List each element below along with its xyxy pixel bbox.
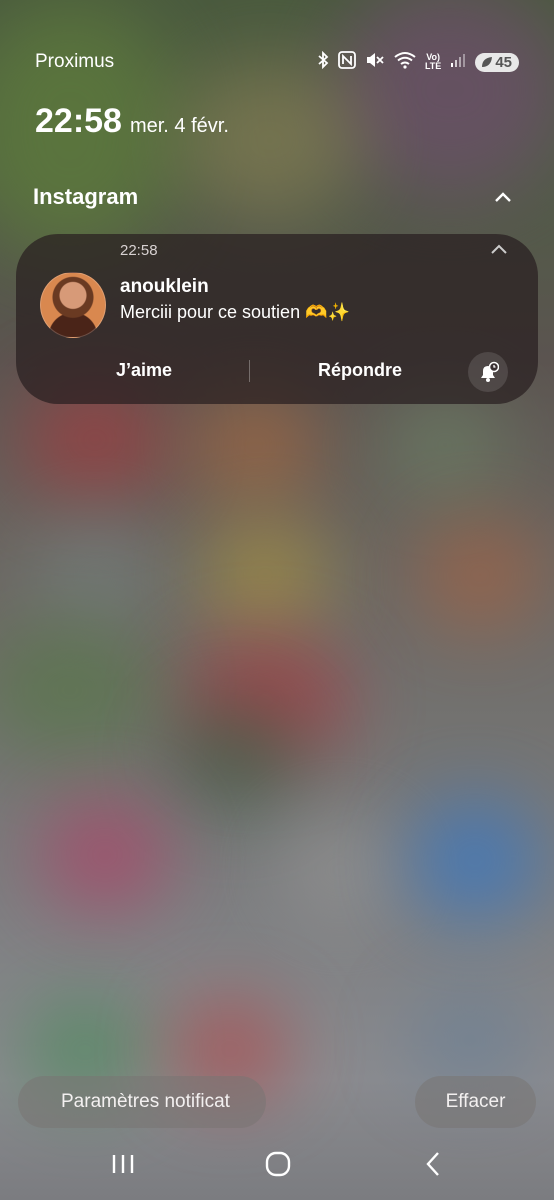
notification-sender: anouklein [120, 276, 209, 297]
battery-level: 45 [495, 53, 512, 71]
avatar [40, 272, 106, 338]
notification-message: Merciii pour ce soutien 🫶✨ [120, 302, 350, 322]
notification-actions: J’aime Répondre [16, 352, 538, 392]
clock-time[interactable]: 22:58 [35, 102, 122, 141]
status-bar: Proximus Vo) LTE 45 [35, 50, 519, 74]
battery-leaf-icon [482, 57, 493, 67]
reply-button[interactable]: Répondre [318, 360, 402, 381]
app-name: Instagram [33, 184, 139, 209]
battery-indicator: 45 [475, 52, 519, 72]
recent-apps-icon [112, 1155, 134, 1173]
home-button[interactable] [255, 1140, 301, 1188]
signal-icon [450, 52, 466, 72]
bluetooth-icon [317, 50, 329, 73]
collapse-chevron-icon[interactable] [494, 187, 512, 208]
clear-button[interactable]: Effacer [415, 1076, 536, 1128]
bell-clock-icon [481, 361, 499, 382]
clock-row: 22:58 mer. 4 févr. [35, 102, 229, 141]
snooze-button[interactable] [468, 352, 508, 392]
notification-settings-label: Paramètres notificat [61, 1091, 230, 1112]
blurred-wallpaper [0, 0, 554, 1200]
back-icon [426, 1152, 439, 1176]
nfc-icon [338, 51, 356, 73]
action-divider [249, 360, 250, 382]
notification-time: 22:58 [120, 242, 158, 259]
notification-group-header[interactable]: Instagram [33, 184, 512, 210]
recent-apps-button[interactable] [100, 1140, 146, 1188]
wifi-icon [394, 51, 416, 73]
home-icon [265, 1151, 291, 1177]
mute-icon [365, 51, 385, 73]
card-collapse-chevron-icon[interactable] [490, 242, 508, 260]
clock-date[interactable]: mer. 4 févr. [130, 115, 229, 138]
notification-card[interactable]: 22:58 anouklein Merciii pour ce soutien … [16, 234, 538, 404]
carrier-name: Proximus [35, 51, 115, 72]
navigation-bar [0, 1140, 554, 1188]
back-button[interactable] [410, 1140, 456, 1188]
like-button[interactable]: J’aime [116, 360, 172, 381]
volte-lte-icon: Vo) LTE [424, 52, 442, 71]
clear-label: Effacer [445, 1091, 506, 1112]
notification-settings-button[interactable]: Paramètres notificat [18, 1076, 266, 1128]
